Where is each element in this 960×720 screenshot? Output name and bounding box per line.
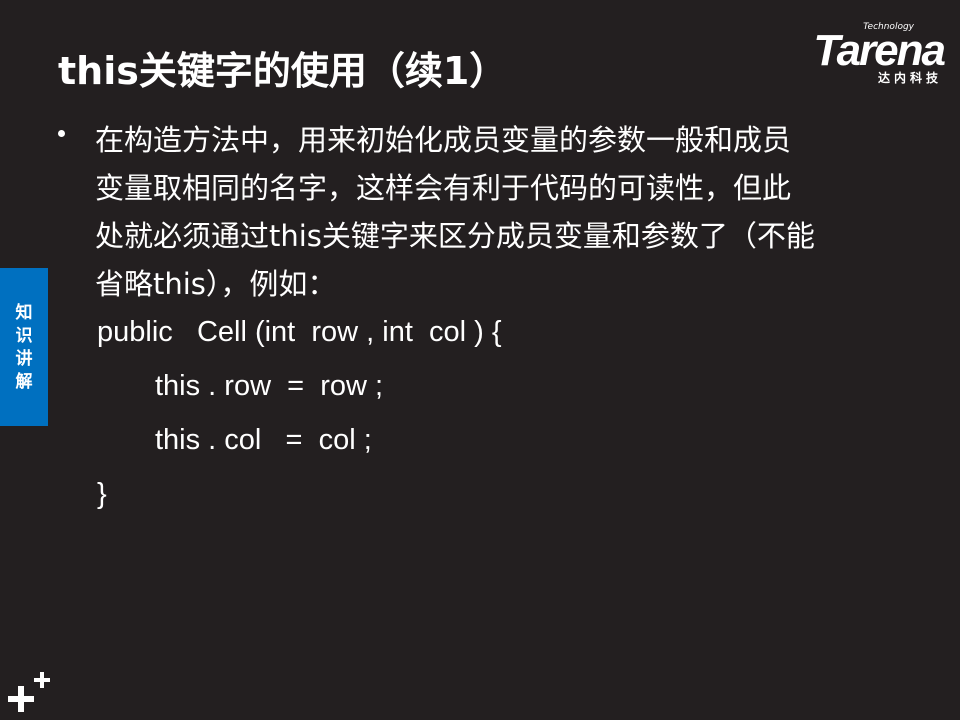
side-tab-char: 识 xyxy=(15,325,33,346)
page-title: this关键字的使用（续1） xyxy=(58,49,508,93)
code-line: } xyxy=(97,478,107,510)
side-tab-char: 解 xyxy=(15,371,33,392)
paragraph-line: 省略this），例如： xyxy=(95,267,337,301)
bullet-icon xyxy=(58,130,65,137)
code-block: public Cell (int row , int col ) { this … xyxy=(97,305,502,521)
paragraph-line: 处就必须通过this关键字来区分成员变量和参数了（不能 xyxy=(95,219,815,253)
side-tab-char: 知 xyxy=(15,302,33,323)
side-tab-char: 讲 xyxy=(15,348,33,369)
tarena-logo: Technology Tarena 达内科技 xyxy=(779,22,946,85)
paragraph-line: 在构造方法中，用来初始化成员变量的参数一般和成员 xyxy=(95,123,792,157)
side-tab-knowledge[interactable]: 知 识 讲 解 xyxy=(0,268,48,426)
logo-subtitle: 达内科技 xyxy=(877,71,942,85)
plus-plus-icon xyxy=(8,672,50,712)
paragraph-line: 变量取相同的名字，这样会有利于代码的可读性，但此 xyxy=(95,171,792,205)
code-line: public Cell (int row , int col ) { xyxy=(97,316,502,348)
code-line: this . col = col ; xyxy=(155,424,372,456)
bullet-paragraph: 在构造方法中，用来初始化成员变量的参数一般和成员 变量取相同的名字，这样会有利于… xyxy=(95,116,915,308)
code-line: this . row = row ; xyxy=(155,370,384,402)
